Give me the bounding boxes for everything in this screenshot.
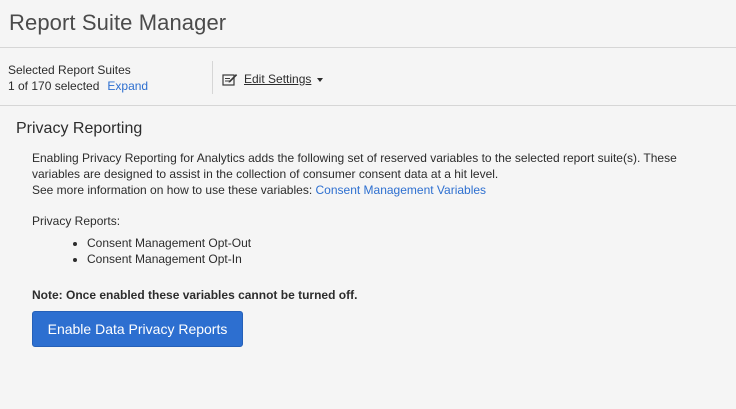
privacy-reports-list: Consent Management Opt-Out Consent Manag… (72, 235, 251, 267)
consent-management-variables-link[interactable]: Consent Management Variables (316, 183, 487, 197)
edit-settings-menu[interactable]: Edit Settings (222, 72, 324, 86)
section-title: Privacy Reporting (16, 120, 143, 137)
selected-report-suites-label: Selected Report Suites (8, 63, 131, 77)
title-bar: Report Suite Manager (0, 0, 736, 48)
edit-settings-label: Edit Settings (244, 72, 312, 86)
privacy-reports-label: Privacy Reports: (32, 214, 121, 228)
report-suite-selector-bar: Selected Report Suites 1 of 170 selected… (0, 48, 736, 106)
expand-link[interactable]: Expand (107, 79, 148, 93)
list-item: Consent Management Opt-In (87, 251, 251, 267)
page-title: Report Suite Manager (9, 10, 227, 35)
list-item: Consent Management Opt-Out (87, 235, 251, 251)
description: Enabling Privacy Reporting for Analytics… (32, 150, 722, 198)
selected-count-text: 1 of 170 selected (8, 79, 100, 93)
description-line: Enabling Privacy Reporting for Analytics… (32, 151, 677, 165)
description-line-with-link: See more information on how to use these… (32, 182, 722, 198)
description-line: variables are designed to assist in the … (32, 167, 499, 181)
vertical-divider (212, 61, 213, 94)
edit-pencil-icon (222, 72, 238, 86)
description-line: See more information on how to use these… (32, 183, 316, 197)
enable-data-privacy-reports-button[interactable]: Enable Data Privacy Reports (32, 311, 243, 347)
selected-count: 1 of 170 selected Expand (8, 79, 148, 93)
caret-down-icon (317, 78, 324, 82)
note-text: Note: Once enabled these variables canno… (32, 288, 358, 302)
